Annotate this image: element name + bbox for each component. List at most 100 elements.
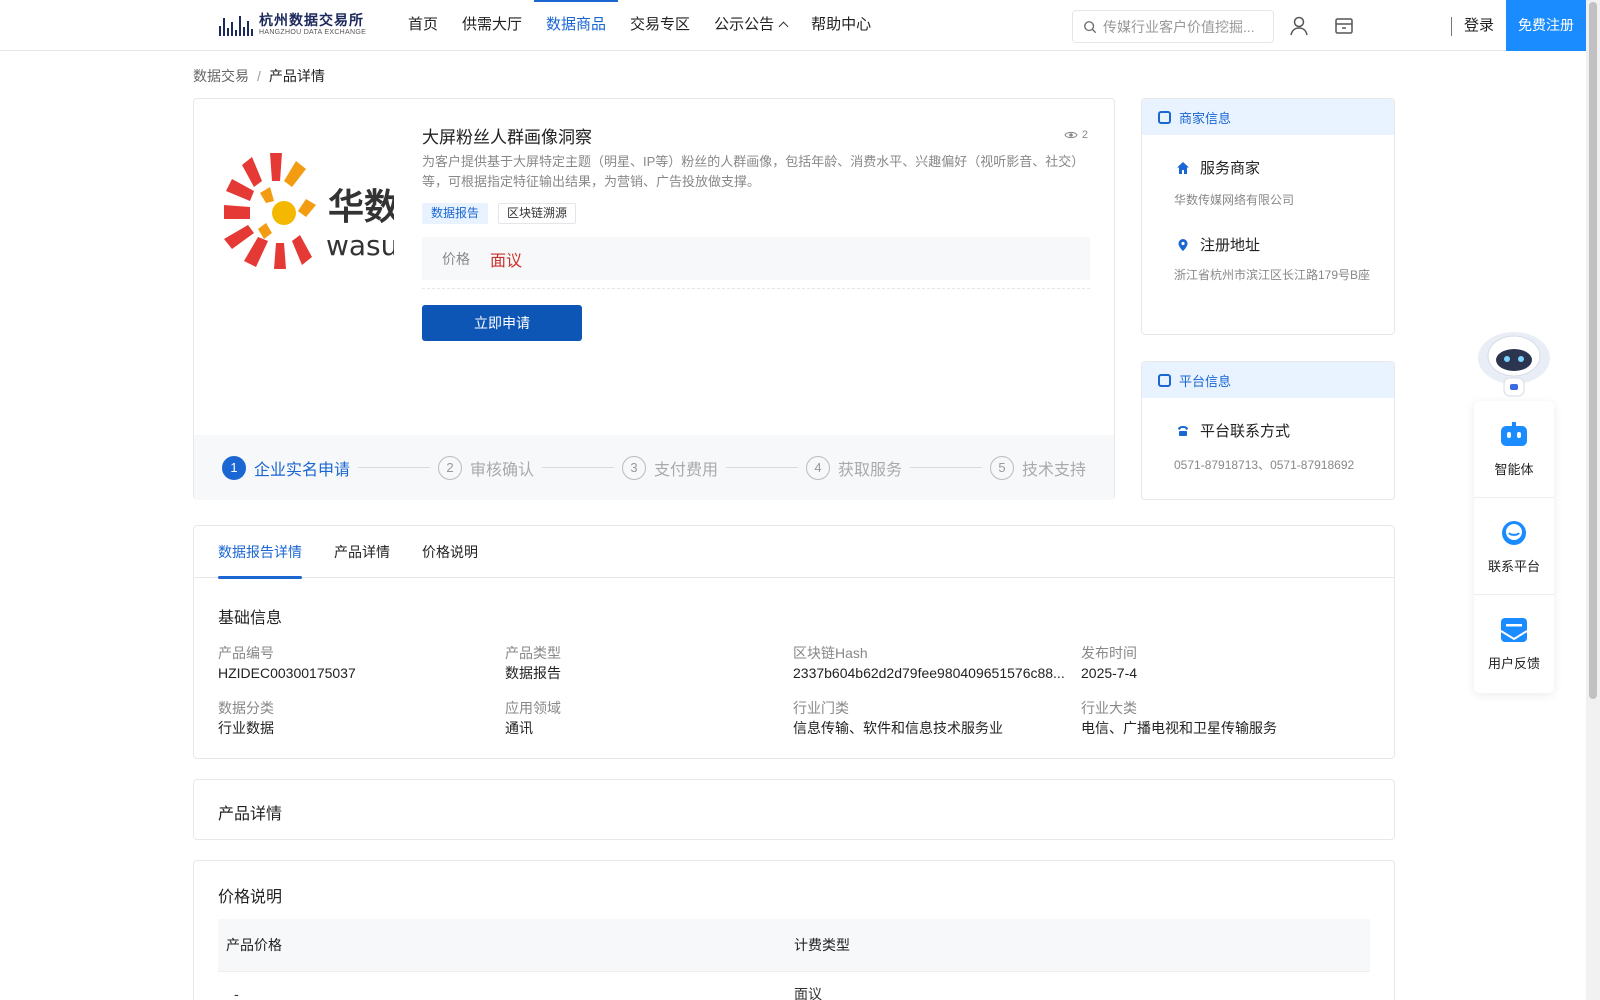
field-industry-section: 行业门类 信息传输、软件和信息技术服务业 [793, 699, 1081, 739]
nav-trade-zone[interactable]: 交易专区 [618, 0, 702, 50]
field-value: 2337b604b62d2d79fee980409651576c88... [793, 665, 1065, 681]
apply-now-button[interactable]: 立即申请 [422, 305, 582, 341]
step-connector [726, 467, 798, 468]
step-label: 技术支持 [1022, 461, 1087, 479]
field-label: 发布时间 [1081, 645, 1137, 661]
product-title: 大屏粉丝人群画像洞察 [422, 128, 592, 147]
breadcrumb-parent[interactable]: 数据交易 [193, 68, 249, 84]
platform-contact-label: 平台联系方式 [1200, 423, 1291, 440]
price-value: 面议 [490, 252, 523, 270]
product-tags: 数据报告 区块链溯源 [422, 203, 577, 224]
site-logo[interactable]: 杭州数据交易所 HANGZHOU DATA EXCHANGE [219, 12, 366, 37]
store-icon [1158, 110, 1171, 124]
view-count: 2 [1064, 129, 1088, 141]
price-label: 价格 [442, 250, 470, 267]
service-merchant-value: 华数传媒网络有限公司 [1174, 193, 1295, 207]
breadcrumb-separator: / [257, 68, 261, 84]
step-number: 3 [622, 455, 646, 480]
step-connector [542, 467, 614, 468]
step-label: 审核确认 [470, 461, 535, 479]
shop-icon[interactable] [1333, 15, 1355, 37]
field-value: HZIDEC00300175037 [218, 665, 356, 681]
header-billing-type: 计费类型 [794, 937, 850, 953]
nav-data-products[interactable]: 数据商品 [534, 0, 619, 50]
step-label: 企业实名申请 [254, 461, 351, 479]
registered-address-value: 浙江省杭州市滨江区长江路179号B座 [1174, 268, 1371, 282]
step-number: 2 [438, 455, 462, 480]
floating-service-panel: 智能体 联系平台 用户反馈 [1474, 401, 1554, 693]
price-divider [422, 288, 1090, 289]
product-details-section: 产品详情 [193, 779, 1395, 840]
field-data-category: 数据分类 行业数据 [218, 699, 505, 739]
field-label: 应用领域 [505, 700, 561, 716]
detail-tabs: 数据报告详情 产品详情 价格说明 [194, 526, 1394, 579]
table-row: - 面议 [218, 971, 1370, 1000]
field-label: 数据分类 [218, 700, 274, 716]
tag-blockchain: 区块链溯源 [498, 203, 577, 224]
nav-announcements[interactable]: 公示公告 [702, 0, 799, 50]
float-agent[interactable]: 智能体 [1474, 401, 1554, 498]
step-connector [358, 467, 430, 468]
field-label: 区块链Hash [793, 645, 868, 661]
headset-icon [1502, 520, 1526, 545]
search-box[interactable] [1072, 10, 1274, 43]
search-icon [1084, 20, 1097, 33]
robot-assistant-icon[interactable] [1474, 326, 1554, 398]
user-icon[interactable] [1288, 15, 1310, 37]
price-description-section: 价格说明 产品价格 计费类型 - 面议 [193, 860, 1395, 1000]
field-product-type: 产品类型 数据报告 [505, 644, 793, 684]
detail-tabs-card: 数据报告详情 产品详情 价格说明 基础信息 产品编号 HZIDEC00300175… [193, 525, 1395, 759]
tab-data-report-details[interactable]: 数据报告详情 [218, 526, 302, 579]
tab-product-details[interactable]: 产品详情 [334, 526, 390, 578]
step-number: 4 [806, 455, 830, 480]
platform-contact-value: 0571-87918713、0571-87918692 [1174, 458, 1355, 472]
login-link[interactable]: 登录 [1464, 0, 1494, 51]
tab-price-description[interactable]: 价格说明 [422, 526, 478, 578]
nav-home[interactable]: 首页 [396, 0, 450, 50]
nav-announcements-label: 公示公告 [714, 16, 775, 33]
search-input[interactable] [1103, 18, 1263, 35]
product-description: 为客户提供基于大屏特定主题（明星、IP等）粉丝的人群画像，包括年龄、消费水平、兴… [422, 154, 1078, 189]
basic-info-title: 基础信息 [218, 610, 283, 627]
nav-help-center[interactable]: 帮助中心 [799, 0, 883, 50]
step-5: 5 技术支持 [990, 455, 1087, 480]
top-header: 杭州数据交易所 HANGZHOU DATA EXCHANGE 首页 供需大厅 数… [0, 0, 1586, 51]
merchant-info-title: 商家信息 [1179, 110, 1232, 126]
field-value: 信息传输、软件和信息技术服务业 [793, 720, 1003, 736]
location-pin-icon [1178, 238, 1188, 251]
main-nav: 首页 供需大厅 数据商品 交易专区 公示公告 帮助中心 [396, 0, 883, 50]
service-merchant-label: 服务商家 [1200, 160, 1261, 177]
step-number: 5 [990, 455, 1014, 480]
float-feedback[interactable]: 用户反馈 [1474, 595, 1554, 692]
platform-info-header: 平台信息 [1142, 362, 1394, 398]
field-value: 数据报告 [505, 665, 561, 681]
field-application-domain: 应用领域 通讯 [505, 699, 793, 739]
field-value: 行业数据 [218, 720, 274, 736]
field-product-id: 产品编号 HZIDEC00300175037 [218, 644, 505, 684]
platform-info-title: 平台信息 [1179, 373, 1232, 389]
nav-supply-demand[interactable]: 供需大厅 [450, 0, 534, 50]
home-icon [1177, 161, 1189, 174]
platform-contact-row: 平台联系方式 [1142, 420, 1394, 441]
process-steps: 1 企业实名申请 2 审核确认 3 支付费用 4 获取服务 5 技术支持 [194, 435, 1114, 500]
wasu-logo: 华数 wasu [224, 153, 394, 269]
platform-info-card: 平台信息 平台联系方式 0571-87918713、0571-87918692 [1141, 361, 1395, 500]
price-description-title: 价格说明 [218, 889, 283, 906]
header-product-price: 产品价格 [226, 937, 282, 953]
page-scrollbar[interactable] [1586, 0, 1600, 1000]
float-contact-platform[interactable]: 联系平台 [1474, 498, 1554, 595]
step-number: 1 [222, 455, 246, 480]
step-2: 2 审核确认 [438, 455, 535, 480]
feedback-mail-icon [1500, 618, 1528, 642]
logo-en-text: wasu [326, 229, 394, 262]
logo-title: 杭州数据交易所 [259, 12, 364, 28]
float-agent-label: 智能体 [1494, 461, 1534, 477]
register-button[interactable]: 免费注册 [1506, 0, 1586, 51]
breadcrumb: 数据交易 / 产品详情 [193, 66, 325, 86]
merchant-info-card: 商家信息 服务商家 华数传媒网络有限公司 注册地址 浙江省杭州市滨江区长江路17… [1141, 98, 1395, 335]
cell-billing-type: 面议 [794, 985, 822, 1000]
scrollbar-thumb[interactable] [1589, 2, 1597, 699]
tag-data-report: 数据报告 [422, 203, 489, 224]
service-merchant-row: 服务商家 [1142, 157, 1394, 178]
cell-product-price: - [234, 985, 239, 1000]
